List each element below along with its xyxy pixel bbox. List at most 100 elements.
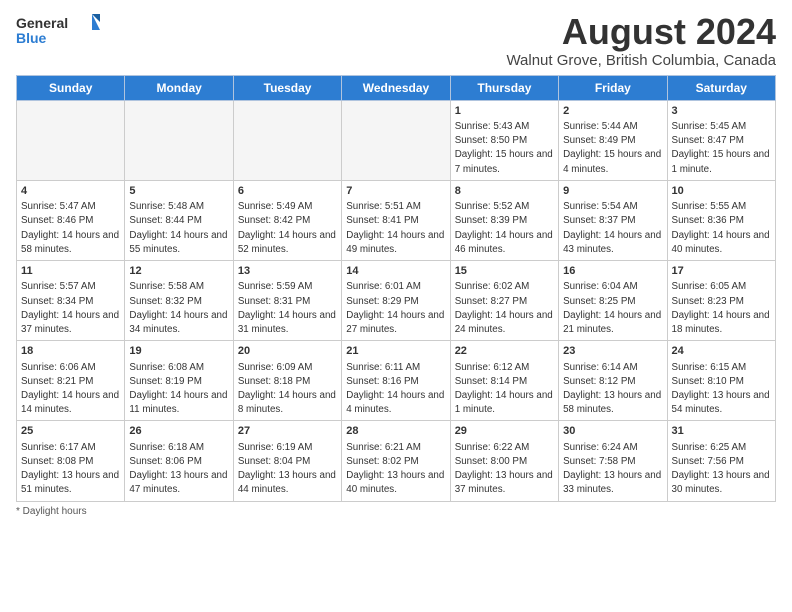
- day-number: 24: [672, 344, 771, 359]
- day-number: 27: [238, 424, 337, 439]
- calendar-cell: 18 Sunrise: 6:06 AM Sunset: 8:21 PM Dayli…: [17, 341, 125, 421]
- day-number: 2: [563, 104, 662, 119]
- day-info: Sunrise: 6:22 AM Sunset: 8:00 PM Dayligh…: [455, 441, 554, 498]
- day-info: Sunrise: 6:19 AM Sunset: 8:04 PM Dayligh…: [238, 441, 337, 498]
- day-info: Sunrise: 5:43 AM Sunset: 8:50 PM Dayligh…: [455, 120, 554, 177]
- day-number: 16: [563, 264, 662, 279]
- day-number: 14: [346, 264, 445, 279]
- day-info: Sunrise: 6:05 AM Sunset: 8:23 PM Dayligh…: [672, 280, 771, 337]
- day-info: Sunrise: 5:54 AM Sunset: 8:37 PM Dayligh…: [563, 200, 662, 257]
- day-info: Sunrise: 6:18 AM Sunset: 8:06 PM Dayligh…: [129, 441, 228, 498]
- calendar-cell: 31 Sunrise: 6:25 AM Sunset: 7:56 PM Dayli…: [667, 421, 775, 501]
- calendar-cell: [233, 100, 341, 180]
- day-info: Sunrise: 5:45 AM Sunset: 8:47 PM Dayligh…: [672, 120, 771, 177]
- calendar-cell: 6Sunrise: 5:49 AM Sunset: 8:42 PM Daylig…: [233, 180, 341, 260]
- svg-text:Blue: Blue: [16, 30, 47, 46]
- dow-header: Sunday: [17, 75, 125, 100]
- day-number: 28: [346, 424, 445, 439]
- days-of-week-row: SundayMondayTuesdayWednesdayThursdayFrid…: [17, 75, 776, 100]
- day-info: Sunrise: 5:52 AM Sunset: 8:39 PM Dayligh…: [455, 200, 554, 257]
- calendar-week-row: 1Sunrise: 5:43 AM Sunset: 8:50 PM Daylig…: [17, 100, 776, 180]
- day-number: 12: [129, 264, 228, 279]
- day-number: 8: [455, 184, 554, 199]
- day-info: Sunrise: 6:02 AM Sunset: 8:27 PM Dayligh…: [455, 280, 554, 337]
- subtitle: Walnut Grove, British Columbia, Canada: [506, 52, 776, 69]
- calendar-cell: 10Sunrise: 5:55 AM Sunset: 8:36 PM Dayli…: [667, 180, 775, 260]
- dow-header: Saturday: [667, 75, 775, 100]
- day-info: Sunrise: 6:01 AM Sunset: 8:29 PM Dayligh…: [346, 280, 445, 337]
- title-area: August 2024 Walnut Grove, British Columb…: [506, 12, 776, 69]
- day-number: 7: [346, 184, 445, 199]
- calendar-cell: 12Sunrise: 5:58 AM Sunset: 8:32 PM Dayli…: [125, 261, 233, 341]
- calendar-cell: 30 Sunrise: 6:24 AM Sunset: 7:58 PM Dayli…: [559, 421, 667, 501]
- dow-header: Monday: [125, 75, 233, 100]
- day-info: Sunrise: 6:06 AM Sunset: 8:21 PM Dayligh…: [21, 361, 120, 418]
- calendar-cell: 2Sunrise: 5:44 AM Sunset: 8:49 PM Daylig…: [559, 100, 667, 180]
- day-info: Sunrise: 6:21 AM Sunset: 8:02 PM Dayligh…: [346, 441, 445, 498]
- day-info: Sunrise: 6:25 AM Sunset: 7:56 PM Dayligh…: [672, 441, 771, 498]
- day-number: 3: [672, 104, 771, 119]
- calendar-week-row: 11Sunrise: 5:57 AM Sunset: 8:34 PM Dayli…: [17, 261, 776, 341]
- logo: General Blue: [16, 12, 106, 48]
- day-info: Sunrise: 6:04 AM Sunset: 8:25 PM Dayligh…: [563, 280, 662, 337]
- calendar-cell: 4Sunrise: 5:47 AM Sunset: 8:46 PM Daylig…: [17, 180, 125, 260]
- calendar-cell: 22Sunrise: 6:12 AM Sunset: 8:14 PM Dayli…: [450, 341, 558, 421]
- day-info: Sunrise: 5:55 AM Sunset: 8:36 PM Dayligh…: [672, 200, 771, 257]
- day-number: 26: [129, 424, 228, 439]
- day-info: Sunrise: 6:15 AM Sunset: 8:10 PM Dayligh…: [672, 361, 771, 418]
- day-number: 30: [563, 424, 662, 439]
- calendar-cell: 8Sunrise: 5:52 AM Sunset: 8:39 PM Daylig…: [450, 180, 558, 260]
- day-number: 10: [672, 184, 771, 199]
- calendar-cell: 5Sunrise: 5:48 AM Sunset: 8:44 PM Daylig…: [125, 180, 233, 260]
- calendar-cell: 19Sunrise: 6:08 AM Sunset: 8:19 PM Dayli…: [125, 341, 233, 421]
- day-number: 17: [672, 264, 771, 279]
- calendar-cell: 13Sunrise: 5:59 AM Sunset: 8:31 PM Dayli…: [233, 261, 341, 341]
- calendar-cell: [342, 100, 450, 180]
- day-number: 20: [238, 344, 337, 359]
- calendar-cell: 7Sunrise: 5:51 AM Sunset: 8:41 PM Daylig…: [342, 180, 450, 260]
- day-info: Sunrise: 5:59 AM Sunset: 8:31 PM Dayligh…: [238, 280, 337, 337]
- calendar-cell: 14Sunrise: 6:01 AM Sunset: 8:29 PM Dayli…: [342, 261, 450, 341]
- day-info: Sunrise: 6:24 AM Sunset: 7:58 PM Dayligh…: [563, 441, 662, 498]
- day-number: 31: [672, 424, 771, 439]
- day-number: 21: [346, 344, 445, 359]
- svg-text:General: General: [16, 15, 68, 31]
- calendar-cell: 20Sunrise: 6:09 AM Sunset: 8:18 PM Dayli…: [233, 341, 341, 421]
- day-number: 9: [563, 184, 662, 199]
- day-info: Sunrise: 5:51 AM Sunset: 8:41 PM Dayligh…: [346, 200, 445, 257]
- day-info: Sunrise: 5:49 AM Sunset: 8:42 PM Dayligh…: [238, 200, 337, 257]
- calendar-cell: 1Sunrise: 5:43 AM Sunset: 8:50 PM Daylig…: [450, 100, 558, 180]
- calendar-week-row: 18 Sunrise: 6:06 AM Sunset: 8:21 PM Dayli…: [17, 341, 776, 421]
- day-number: 18: [21, 344, 120, 359]
- day-info: Sunrise: 5:58 AM Sunset: 8:32 PM Dayligh…: [129, 280, 228, 337]
- day-info: Sunrise: 5:47 AM Sunset: 8:46 PM Dayligh…: [21, 200, 120, 257]
- day-number: 5: [129, 184, 228, 199]
- calendar-cell: [17, 100, 125, 180]
- day-info: Sunrise: 5:44 AM Sunset: 8:49 PM Dayligh…: [563, 120, 662, 177]
- calendar-body: 1Sunrise: 5:43 AM Sunset: 8:50 PM Daylig…: [17, 100, 776, 501]
- header-area: General Blue August 2024 Walnut Grove, B…: [16, 12, 776, 69]
- day-number: 4: [21, 184, 120, 199]
- calendar-cell: 11Sunrise: 5:57 AM Sunset: 8:34 PM Dayli…: [17, 261, 125, 341]
- day-number: 11: [21, 264, 120, 279]
- calendar-cell: 15Sunrise: 6:02 AM Sunset: 8:27 PM Dayli…: [450, 261, 558, 341]
- day-info: Sunrise: 6:11 AM Sunset: 8:16 PM Dayligh…: [346, 361, 445, 418]
- day-number: 13: [238, 264, 337, 279]
- calendar-cell: 9Sunrise: 5:54 AM Sunset: 8:37 PM Daylig…: [559, 180, 667, 260]
- day-number: 6: [238, 184, 337, 199]
- page: General Blue August 2024 Walnut Grove, B…: [0, 0, 792, 525]
- calendar-cell: 25 Sunrise: 6:17 AM Sunset: 8:08 PM Dayli…: [17, 421, 125, 501]
- day-number: 22: [455, 344, 554, 359]
- calendar-cell: [125, 100, 233, 180]
- footer-note: * Daylight hours: [16, 506, 776, 517]
- calendar-cell: 29Sunrise: 6:22 AM Sunset: 8:00 PM Dayli…: [450, 421, 558, 501]
- logo-container: General Blue: [16, 12, 106, 48]
- dow-header: Wednesday: [342, 75, 450, 100]
- day-number: 25: [21, 424, 120, 439]
- day-info: Sunrise: 5:57 AM Sunset: 8:34 PM Dayligh…: [21, 280, 120, 337]
- calendar-cell: 24 Sunrise: 6:15 AM Sunset: 8:10 PM Dayli…: [667, 341, 775, 421]
- main-title: August 2024: [506, 12, 776, 52]
- day-info: Sunrise: 6:08 AM Sunset: 8:19 PM Dayligh…: [129, 361, 228, 418]
- day-info: Sunrise: 6:17 AM Sunset: 8:08 PM Dayligh…: [21, 441, 120, 498]
- calendar-cell: 23Sunrise: 6:14 AM Sunset: 8:12 PM Dayli…: [559, 341, 667, 421]
